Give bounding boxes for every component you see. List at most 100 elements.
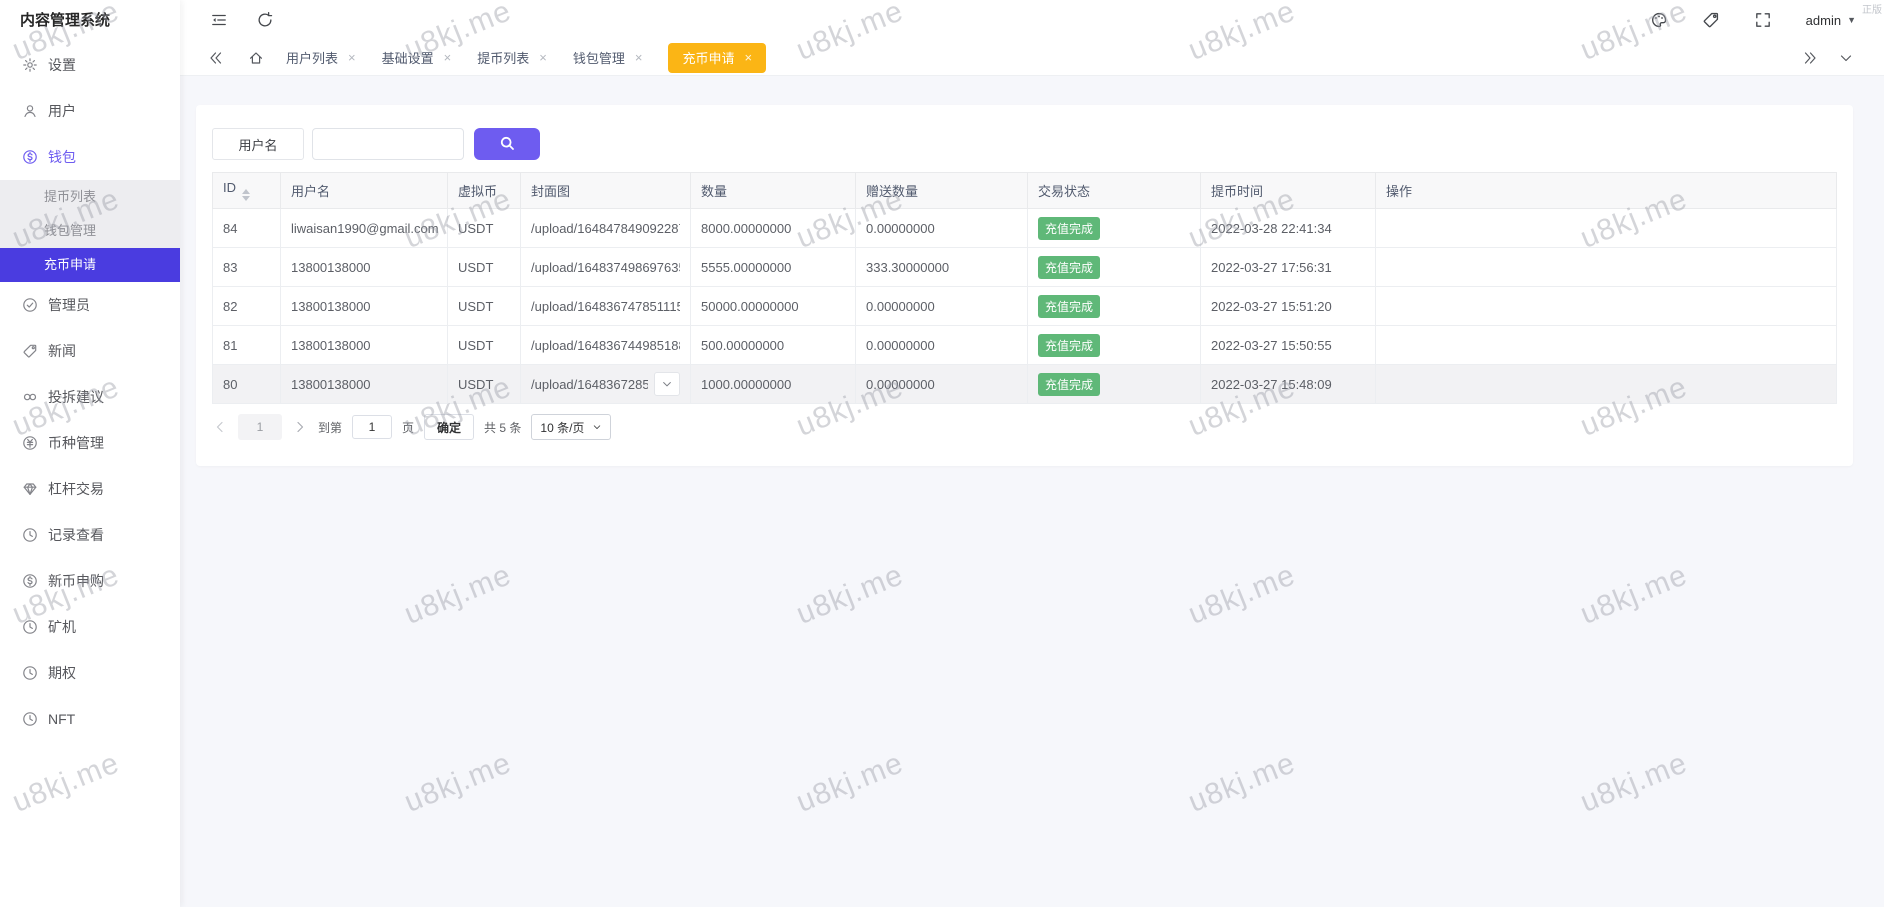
cover-path: /upload/1648367478511150....	[531, 298, 680, 314]
sidebar-item-label: 用户	[48, 103, 76, 119]
close-icon[interactable]: ×	[444, 50, 452, 65]
column-header: 数量	[690, 172, 856, 209]
tag-icon	[22, 343, 38, 359]
content-area: 用户名 ID 用户名 虚拟币 封面图 数量 赠送数量 交易状态 提币时间 操作 84 liwais…	[180, 76, 1884, 907]
search-field-selector[interactable]: 用户名	[212, 128, 304, 160]
cell-id: 83	[212, 247, 281, 287]
cell-bonus: 0.00000000	[855, 286, 1028, 326]
cell-username: 13800138000	[280, 364, 448, 404]
gear-icon	[22, 57, 38, 73]
column-header: 封面图	[520, 172, 691, 209]
page-size-select[interactable]: 10 条/页	[531, 414, 612, 440]
cell-username: 13800138000	[280, 247, 448, 287]
search-icon	[499, 135, 515, 154]
current-page[interactable]: 1	[238, 414, 282, 440]
close-icon[interactable]: ×	[348, 50, 356, 65]
sidebar-item-deposit-request[interactable]: 充币申请	[0, 248, 180, 282]
sidebar-item-nft[interactable]: NFT	[0, 696, 180, 742]
cell-status: 充值完成	[1027, 286, 1201, 326]
tabs-menu-icon[interactable]	[1838, 50, 1854, 66]
column-header: 提币时间	[1200, 172, 1376, 209]
cover-expand-chevron-down-icon[interactable]	[654, 372, 680, 396]
tab-label: 钱包管理	[572, 51, 625, 66]
chevron-down-icon: ▼	[1847, 15, 1856, 25]
tab-deposit-request[interactable]: 充币申请 ×	[668, 42, 767, 73]
topbar: admin ▼ 正版	[180, 0, 1884, 40]
pagination: 1 到第 页 确定 共 5 条 10 条/页	[212, 414, 1837, 440]
home-icon[interactable]	[248, 50, 264, 66]
history-icon	[22, 527, 38, 543]
sidebar-item-label: 投拆建议	[48, 389, 104, 405]
sidebar-item-settings[interactable]: 设置	[0, 42, 180, 88]
close-icon[interactable]: ×	[539, 50, 547, 65]
cell-cover: /upload/1648478490922873...	[520, 208, 691, 248]
tabs-scroll-left-icon[interactable]	[208, 50, 224, 66]
sidebar-item-wallet-manage[interactable]: 钱包管理	[0, 214, 180, 248]
status-badge: 充值完成	[1038, 216, 1101, 240]
cell-cover: /upload/1648367285922126...	[520, 364, 691, 404]
sidebar-item-label: 新闻	[48, 343, 76, 359]
cover-path: /upload/1648367449851889...	[531, 337, 680, 353]
refresh-icon[interactable]	[256, 11, 274, 29]
next-page-icon[interactable]	[292, 419, 308, 435]
collapse-menu-icon[interactable]	[210, 11, 228, 29]
close-icon[interactable]: ×	[744, 50, 752, 65]
table-row: 82 13800138000 USDT/upload/16483674785111 5…	[212, 286, 1837, 326]
cell-actions	[1375, 364, 1837, 404]
tag-icon[interactable]	[1702, 11, 1720, 29]
table-row: 83 13800138000 USDT/upload/16483749869763 5…	[212, 247, 1837, 287]
user-icon	[22, 103, 38, 119]
close-icon[interactable]: ×	[635, 50, 643, 65]
search-button[interactable]	[474, 128, 540, 160]
goto-page-input[interactable]	[352, 415, 393, 439]
goto-suffix-label: 页	[402, 420, 415, 435]
dollar-circle-icon	[22, 573, 38, 589]
cell-cover: /upload/1648374986976353...	[520, 247, 691, 287]
tab-list: 用户列表 × 基础设置 × 提币列表 × 钱包管理 × 充币申请 ×	[286, 40, 1802, 76]
sidebar-item-label: 矿机	[48, 619, 76, 635]
tab-withdraw-list[interactable]: 提币列表 ×	[477, 40, 547, 76]
goto-prefix-label: 到第	[318, 420, 343, 435]
sidebar-item-news[interactable]: 新闻	[0, 328, 180, 374]
sidebar-item-leverage-trade[interactable]: 杠杆交易	[0, 466, 180, 512]
tab-label: 充币申请	[682, 51, 735, 66]
sort-carets[interactable]	[242, 189, 250, 201]
sidebar-item-label: 记录查看	[48, 527, 104, 543]
cell-username: liwaisan1990@gmail.com	[280, 208, 448, 248]
sidebar-item-users[interactable]: 用户	[0, 88, 180, 134]
cell-status: 充值完成	[1027, 247, 1201, 287]
sidebar-item-coin-manage[interactable]: 币种管理	[0, 420, 180, 466]
palette-icon[interactable]	[1650, 11, 1668, 29]
tabbar-right	[1802, 50, 1854, 66]
tab-label: 提币列表	[477, 51, 530, 66]
column-header: 虚拟币	[447, 172, 521, 209]
cell-coin: USDT	[447, 325, 521, 365]
sidebar-item-feedback[interactable]: 投拆建议	[0, 374, 180, 420]
cell-amount: 50000.00000000	[690, 286, 856, 326]
sidebar-item-label: 管理员	[48, 297, 90, 313]
goto-confirm-button[interactable]: 确定	[424, 414, 475, 440]
cell-cover: /upload/1648367478511150....	[520, 286, 691, 326]
sidebar-item-wallet[interactable]: 钱包	[0, 134, 180, 180]
tab-user-list[interactable]: 用户列表 ×	[286, 40, 356, 76]
sidebar-item-admin[interactable]: 管理员	[0, 282, 180, 328]
tabs-scroll-right-icon[interactable]	[1802, 50, 1818, 66]
sidebar-item-records[interactable]: 记录查看	[0, 512, 180, 558]
tab-wallet-manage[interactable]: 钱包管理 ×	[573, 40, 643, 76]
prev-page-icon[interactable]	[212, 419, 228, 435]
sidebar-item-new-coin-subscribe[interactable]: 新币申购	[0, 558, 180, 604]
fullscreen-icon[interactable]	[1754, 11, 1772, 29]
user-menu[interactable]: admin ▼	[1806, 13, 1856, 28]
cell-bonus: 0.00000000	[855, 364, 1028, 404]
search-input[interactable]	[312, 128, 464, 160]
cell-bonus: 0.00000000	[855, 325, 1028, 365]
sidebar-item-miner[interactable]: 矿机	[0, 604, 180, 650]
sidebar-item-options[interactable]: 期权	[0, 650, 180, 696]
sidebar-item-withdraw-list[interactable]: 提币列表	[0, 180, 180, 214]
cell-status: 充值完成	[1027, 325, 1201, 365]
tab-basic-settings[interactable]: 基础设置 ×	[382, 40, 452, 76]
column-header: 赠送数量	[855, 172, 1028, 209]
cell-amount: 1000.00000000	[690, 364, 856, 404]
tabbar: 用户列表 × 基础设置 × 提币列表 × 钱包管理 × 充币申请 ×	[180, 40, 1884, 76]
screen: 内容管理系统 设置 用户 钱包 提币列表 钱包管理 充币申请 管理员 新闻 投拆建议 币种管理 杠杆…	[0, 0, 1884, 907]
